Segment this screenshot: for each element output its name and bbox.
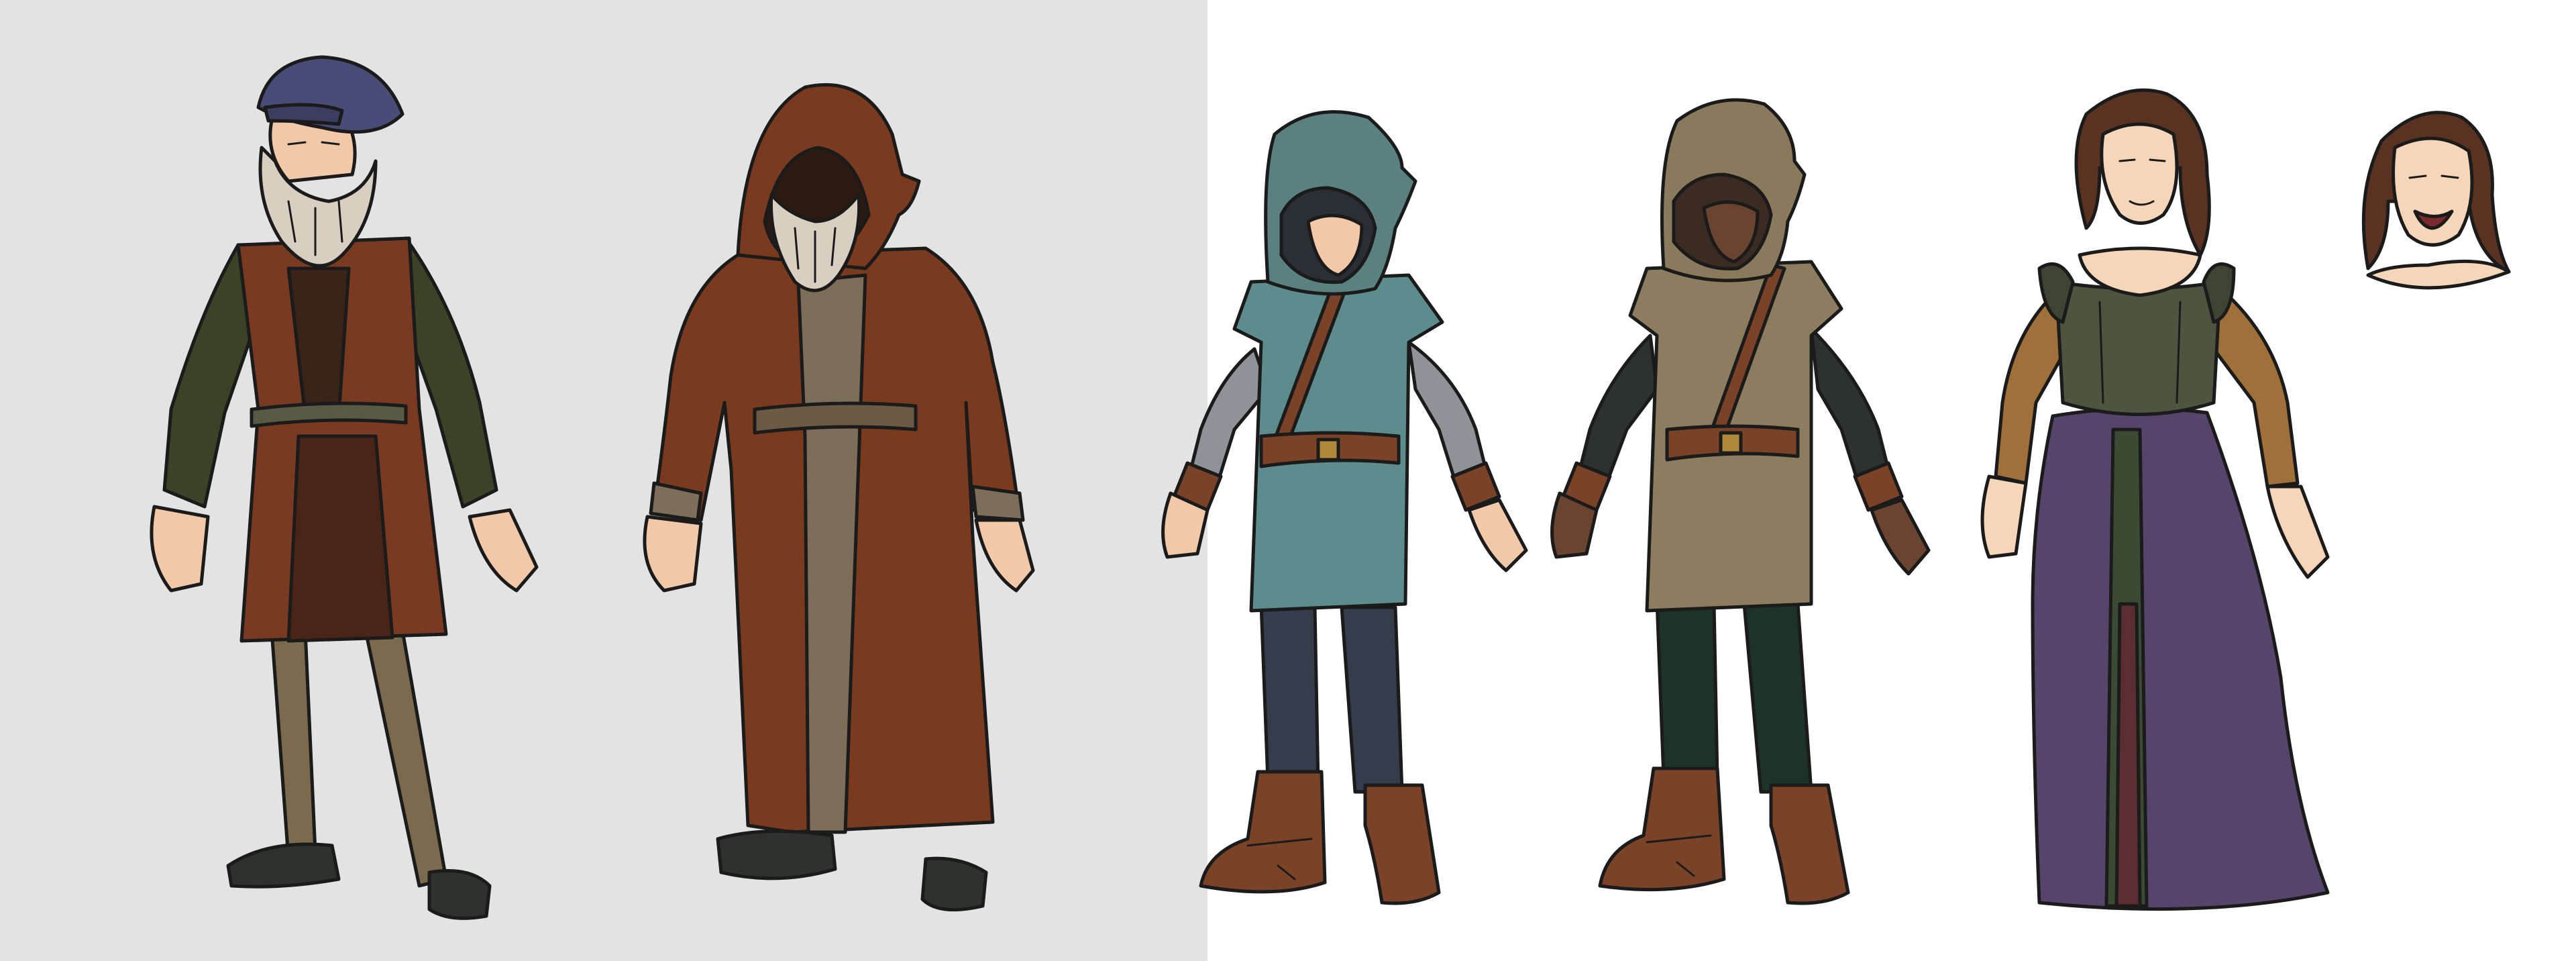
characters-canvas: [150, 55, 2511, 920]
character-olive-traveler: [1550, 98, 1931, 905]
character-sheet: [0, 0, 2576, 961]
character-bearded-scholar: [150, 55, 539, 920]
character-woman-portrait: [2361, 111, 2511, 290]
character-teal-traveler: [1161, 110, 1528, 905]
character-hooded-monk: [643, 83, 1035, 912]
character-renaissance-woman: [1980, 88, 2330, 911]
